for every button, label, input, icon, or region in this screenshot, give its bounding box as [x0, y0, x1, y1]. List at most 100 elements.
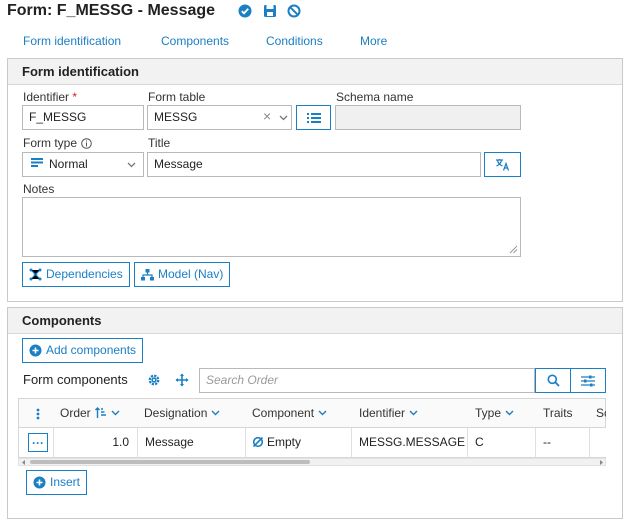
chevron-down-icon[interactable]: [505, 410, 514, 416]
row-actions-button[interactable]: ···: [28, 433, 48, 452]
notes-label: Notes: [23, 182, 55, 196]
column-divider: [351, 428, 352, 458]
scroll-right-icon[interactable]: [599, 460, 604, 465]
chevron-down-icon[interactable]: [409, 410, 418, 416]
column-divider: [137, 428, 138, 458]
schema-name-label: Schema name: [336, 90, 414, 104]
translate-icon: [496, 159, 510, 171]
form-table-list-button[interactable]: [296, 105, 331, 130]
translate-button[interactable]: [484, 152, 521, 177]
column-header-identifier-label: Identifier: [359, 406, 406, 420]
chevron-down-icon[interactable]: [127, 162, 136, 168]
form-type-select[interactable]: Normal: [22, 152, 144, 177]
title-field[interactable]: Message: [147, 152, 481, 177]
form-table-label: Form table: [148, 90, 206, 104]
search-icon: [547, 374, 560, 387]
list-icon: [306, 112, 321, 123]
form-icon: [31, 158, 43, 167]
column-header-order[interactable]: Order: [60, 406, 120, 420]
check-circle-icon[interactable]: [238, 4, 252, 18]
insert-button-label: Insert: [50, 475, 81, 489]
tab-form-identification[interactable]: Form identification: [23, 34, 121, 48]
identifier-field[interactable]: F_MESSG: [22, 105, 144, 130]
more-icon: ···: [32, 435, 44, 450]
table-row[interactable]: ··· 1.0 Message Empty MESSG.MESSAGE C --: [18, 428, 606, 458]
gear-icon[interactable]: [147, 373, 161, 387]
column-header-order-label: Order: [60, 406, 91, 420]
horizontal-scrollbar[interactable]: [18, 458, 606, 466]
panel-title: Form identification: [22, 64, 139, 79]
chevron-down-icon[interactable]: [318, 410, 327, 416]
scroll-left-icon[interactable]: [21, 460, 26, 465]
column-header-designation[interactable]: Designation: [144, 406, 220, 420]
tab-conditions[interactable]: Conditions: [266, 34, 323, 48]
column-header-traits[interactable]: Traits: [543, 406, 573, 420]
cell-order: 1.0: [112, 435, 129, 449]
cell-component: Empty: [252, 435, 301, 449]
form-type-label: Form type: [23, 136, 92, 150]
panel-title: Components: [22, 313, 102, 328]
column-divider: [245, 428, 246, 458]
cancel-icon[interactable]: [287, 4, 301, 18]
form-table-value: MESSG: [154, 110, 198, 124]
notes-textarea[interactable]: [22, 197, 521, 257]
model-nav-button-label: Model (Nav): [158, 267, 224, 281]
add-components-button-label: Add components: [46, 343, 137, 357]
move-icon[interactable]: [175, 373, 189, 387]
column-menu-icon[interactable]: [36, 408, 40, 420]
info-icon[interactable]: [81, 137, 92, 149]
column-header-traits-label: Traits: [543, 406, 573, 420]
form-components-label: Form components: [23, 372, 128, 387]
hierarchy-icon: [141, 268, 154, 280]
search-placeholder: Search Order: [206, 373, 279, 387]
panel-header: Components: [8, 308, 622, 334]
column-divider: [467, 428, 468, 458]
page-title: Form: F_MESSG - Message: [7, 2, 216, 19]
scrollbar-thumb[interactable]: [30, 460, 310, 464]
save-icon[interactable]: [263, 4, 277, 18]
column-header-identifier[interactable]: Identifier: [359, 406, 418, 420]
panel-header: Form identification: [8, 59, 622, 85]
search-order-input[interactable]: Search Order: [199, 368, 535, 393]
column-header-component-label: Component: [252, 406, 315, 420]
dependencies-button[interactable]: Dependencies: [22, 262, 130, 287]
column-header-type[interactable]: Type: [475, 406, 514, 420]
chevron-down-icon[interactable]: [111, 410, 120, 416]
cell-component-label: Empty: [267, 435, 302, 449]
identifier-label: Identifier *: [23, 90, 77, 104]
column-divider: [535, 428, 536, 458]
form-type-value: Normal: [49, 157, 88, 171]
insert-button[interactable]: Insert: [26, 470, 88, 495]
clear-icon[interactable]: ×: [263, 108, 271, 124]
sliders-icon: [581, 375, 595, 386]
resize-handle-icon[interactable]: [509, 245, 518, 254]
tab-components[interactable]: Components: [161, 34, 229, 48]
plus-circle-icon: [33, 476, 46, 489]
cell-designation: Message: [145, 435, 194, 449]
title-label: Title: [148, 136, 171, 150]
chevron-down-icon[interactable]: [279, 115, 288, 121]
tab-more[interactable]: More: [360, 34, 387, 48]
identifier-label-text: Identifier: [23, 90, 70, 104]
plus-circle-icon: [29, 344, 42, 357]
column-header-sc-label: Sc: [596, 406, 606, 420]
filter-settings-button[interactable]: [570, 368, 606, 393]
required-mark: *: [72, 90, 78, 104]
cell-type: C: [475, 435, 484, 449]
form-type-label-text: Form type: [23, 136, 78, 150]
column-header-type-label: Type: [475, 406, 502, 420]
column-header-component[interactable]: Component: [252, 406, 327, 420]
grid-header: Order Designation Component Identifier T…: [18, 398, 606, 428]
sort-ascending-icon[interactable]: [94, 407, 107, 419]
search-button[interactable]: [535, 368, 571, 393]
column-header-sc[interactable]: Sc: [596, 406, 606, 420]
column-header-designation-label: Designation: [144, 406, 208, 420]
empty-set-icon: [252, 436, 264, 448]
cell-traits: --: [543, 435, 551, 449]
chevron-down-icon[interactable]: [211, 410, 220, 416]
add-components-button[interactable]: Add components: [22, 338, 144, 363]
model-nav-button[interactable]: Model (Nav): [134, 262, 231, 287]
dependencies-button-label: Dependencies: [46, 267, 123, 281]
cell-identifier: MESSG.MESSAGE: [359, 435, 466, 449]
dependencies-icon: [29, 268, 42, 281]
